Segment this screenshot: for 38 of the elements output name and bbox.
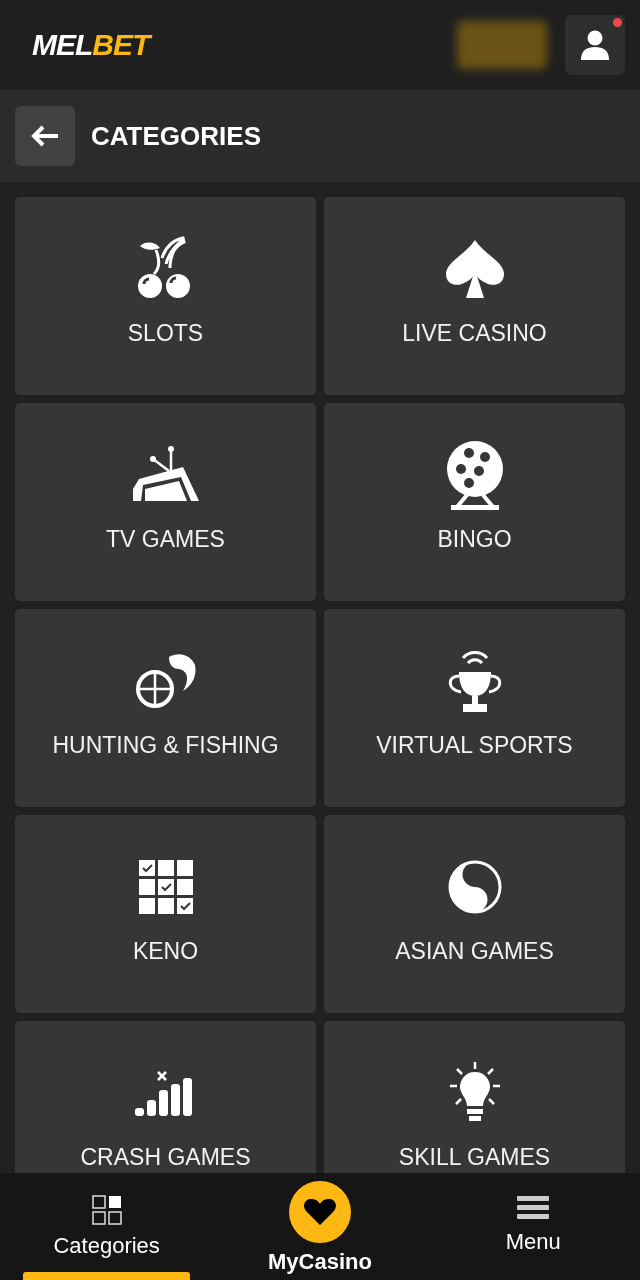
category-label: BINGO <box>437 528 512 551</box>
category-label: LIVE CASINO <box>402 322 547 345</box>
category-label: HUNTING & FISHING <box>52 734 279 757</box>
category-label: TV GAMES <box>106 528 225 551</box>
category-tile[interactable]: VIRTUAL SPORTS <box>324 609 625 807</box>
nav-label: Menu <box>505 1229 561 1255</box>
nav-label: MyCasino <box>268 1249 372 1275</box>
category-label: KENO <box>132 940 199 963</box>
category-label: SLOTS <box>127 322 204 345</box>
category-label: CRASH GAMES <box>80 1146 251 1169</box>
category-label: SKILL GAMES <box>398 1146 551 1169</box>
page-title: CATEGORIES <box>91 120 261 152</box>
logo[interactable]: MELBET <box>32 28 150 62</box>
user-icon <box>581 30 609 60</box>
category-tile[interactable]: LIVE CASINO <box>324 197 625 395</box>
user-button[interactable] <box>565 15 625 75</box>
nav-item[interactable]: Menu <box>426 1173 640 1280</box>
category-tile[interactable]: HUNTING & FISHING <box>15 609 316 807</box>
menu-icon <box>517 1195 550 1221</box>
category-tile[interactable]: TV GAMES <box>15 403 316 601</box>
light-bulb-icon <box>447 1062 502 1124</box>
nav-label: Categories <box>53 1233 160 1259</box>
back-arrow-icon <box>31 125 59 147</box>
nav-item[interactable]: MyCasino <box>213 1173 427 1280</box>
category-tile[interactable]: SLOTS <box>15 197 316 395</box>
category-tile[interactable]: BINGO <box>324 403 625 601</box>
category-tile[interactable]: SKILL GAMES <box>324 1021 625 1173</box>
category-label: VIRTUAL SPORTS <box>376 734 573 757</box>
back-button[interactable] <box>15 106 75 166</box>
category-tile[interactable]: CRASH GAMES <box>15 1021 316 1173</box>
nav-item[interactable]: Categories <box>0 1173 214 1280</box>
spade-icon <box>443 238 506 300</box>
category-tile[interactable]: ASIAN GAMES <box>324 815 625 1013</box>
yin-yang-icon <box>447 860 502 914</box>
category-label: ASIAN GAMES <box>395 940 554 963</box>
category-tile[interactable]: KENO <box>15 815 316 1013</box>
keno-grid-icon <box>138 860 193 914</box>
grid-icon <box>91 1195 122 1225</box>
